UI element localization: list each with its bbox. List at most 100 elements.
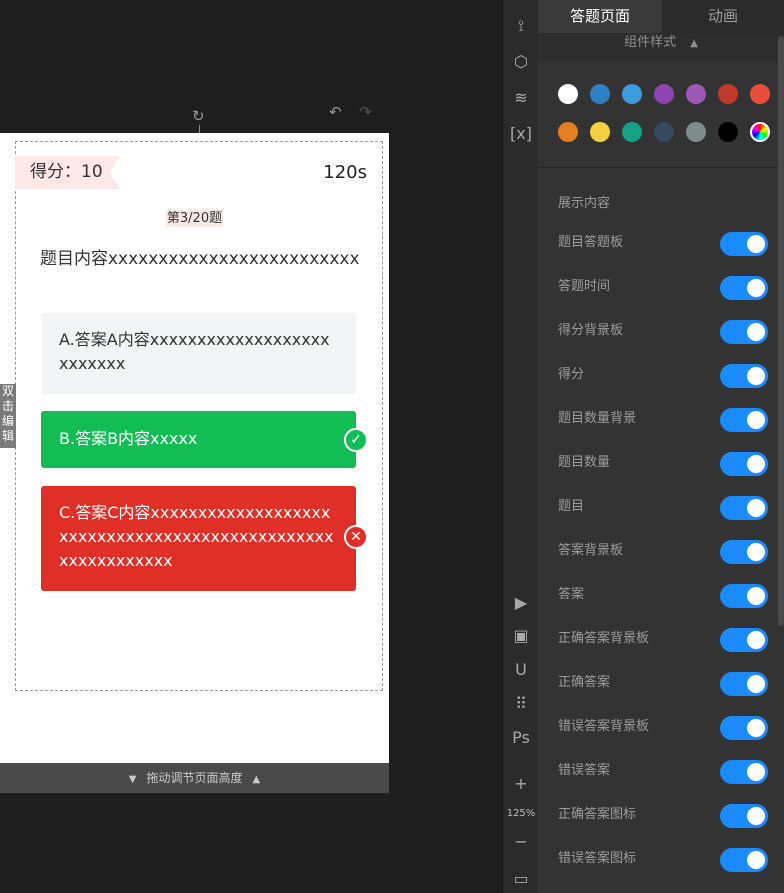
option-b[interactable]: B.答案B内容xxxxx	[41, 411, 356, 468]
grid-icon[interactable]: ⠿	[503, 694, 539, 713]
toggle-knob	[747, 367, 765, 385]
zoom-out-icon[interactable]: −	[503, 832, 539, 851]
tab-animation[interactable]: 动画	[662, 0, 784, 33]
toggle-switch[interactable]	[720, 232, 768, 256]
toggle-knob	[747, 411, 765, 429]
toggle-switch[interactable]	[720, 452, 768, 476]
toggle-switch[interactable]	[720, 320, 768, 344]
score-label: 得分：10	[15, 156, 120, 189]
resize-hint: 拖动调节页面高度	[146, 771, 243, 785]
toggle-switch[interactable]	[720, 628, 768, 652]
play-icon[interactable]: ▶	[503, 593, 539, 612]
caret-up-icon: ▲	[252, 774, 261, 785]
canvas-toolbar: ↻ ↶ ↷	[0, 100, 389, 135]
resize-handle[interactable]: ▼ 拖动调节页面高度 ▲	[0, 763, 389, 793]
color-swatch[interactable]	[686, 122, 706, 142]
zoom-in-icon[interactable]: +	[503, 774, 539, 793]
editor-root: ↻ ↶ ↷ 得分：10 120s 第3/20题 题目内容xxxxxxxxxxxx…	[0, 0, 784, 893]
color-swatch[interactable]	[590, 122, 610, 142]
shapes-icon[interactable]: ⟟	[503, 16, 539, 36]
close-icon: ✕	[344, 525, 368, 549]
toggle-label: 题目	[558, 499, 585, 514]
frame-icon[interactable]: ▣	[503, 626, 539, 645]
toggle-label: 得分背景板	[558, 323, 624, 338]
redo-icon[interactable]: ↷	[359, 105, 372, 120]
custom-color-picker-icon[interactable]	[750, 122, 770, 142]
toggle-switch[interactable]	[720, 804, 768, 828]
toggle-knob	[747, 631, 765, 649]
caret-down-icon: ▼	[128, 774, 137, 785]
toggle-switch[interactable]	[720, 848, 768, 872]
toggle-label: 答案背景板	[558, 543, 624, 558]
toggle-switch[interactable]	[720, 584, 768, 608]
toggle-knob	[747, 851, 765, 869]
color-swatch[interactable]	[622, 122, 642, 142]
color-swatch[interactable]	[686, 84, 706, 104]
toggle-switch[interactable]	[720, 716, 768, 740]
refresh-icon[interactable]: ↻	[192, 109, 205, 124]
color-swatch[interactable]	[590, 84, 610, 104]
toggle-knob	[747, 279, 765, 297]
toggle-row: 题目答题板	[538, 232, 778, 276]
toggle-row: 得分背景板	[538, 320, 778, 364]
color-swatch[interactable]	[654, 84, 674, 104]
double-click-edit-tag[interactable]: 双击编辑	[0, 384, 16, 448]
toggle-knob	[747, 807, 765, 825]
toggle-switch[interactable]	[720, 540, 768, 564]
color-swatch[interactable]	[622, 84, 642, 104]
toggle-label: 正确答案	[558, 675, 611, 690]
toggle-row: 答案	[538, 584, 778, 628]
toggle-switch[interactable]	[720, 408, 768, 432]
toggle-switch[interactable]	[720, 672, 768, 696]
toggle-label: 错误答案图标	[558, 851, 637, 866]
toggle-label: 答案	[558, 587, 585, 602]
comment-icon[interactable]: ▭	[503, 869, 539, 888]
option-a[interactable]: A.答案A内容xxxxxxxxxxxxxxxxxxxxxxxxxx	[41, 313, 356, 394]
toggle-switch[interactable]	[720, 496, 768, 520]
color-swatch[interactable]	[558, 84, 578, 104]
toggle-label: 题目数量背景	[558, 411, 637, 426]
panel-scrollbar[interactable]	[778, 36, 784, 626]
toggle-row: 正确答案	[538, 672, 778, 716]
toggle-switch[interactable]	[720, 760, 768, 784]
check-icon: ✓	[344, 428, 368, 452]
phone-preview[interactable]: 得分：10 120s 第3/20题 题目内容xxxxxxxxxxxxxxxxxx…	[0, 133, 389, 763]
toggle-switch[interactable]	[720, 364, 768, 388]
question-text: 题目内容xxxxxxxxxxxxxxxxxxxxxxxxx	[40, 249, 360, 269]
toggle-switch[interactable]	[720, 276, 768, 300]
toggle-label: 错误答案	[558, 763, 611, 778]
color-swatch[interactable]	[558, 122, 578, 142]
magnet-icon[interactable]: U	[503, 660, 539, 679]
toggle-label: 得分	[558, 367, 585, 382]
zoom-level: 125%	[506, 808, 536, 819]
color-swatch[interactable]	[718, 122, 738, 142]
layers-icon[interactable]: ≋	[503, 88, 539, 107]
toggle-label: 错误答案背景板	[558, 719, 650, 734]
toggle-row: 正确答案背景板	[538, 628, 778, 672]
cube-icon[interactable]: ⬡	[503, 52, 539, 71]
color-swatch[interactable]	[750, 84, 770, 104]
caret-up-icon: ▲	[690, 38, 698, 49]
color-swatch[interactable]	[654, 122, 674, 142]
toggle-knob	[747, 235, 765, 253]
component-style-header[interactable]: 组件样式 ▲	[538, 33, 784, 61]
toggle-knob	[747, 763, 765, 781]
ps-icon[interactable]: Ps	[503, 728, 539, 747]
toggle-label: 答题时间	[558, 279, 611, 294]
toggle-row: 错误答案	[538, 760, 778, 804]
display-content-title: 展示内容	[558, 196, 611, 211]
question-count-text: 第3/20题	[165, 210, 224, 227]
toggle-row: 错误答案图标	[538, 848, 778, 892]
tab-answer-page[interactable]: 答题页面	[538, 0, 662, 33]
timer: 120s	[323, 162, 367, 183]
toggle-row: 题目数量背景	[538, 408, 778, 452]
variable-icon[interactable]: [x]	[503, 124, 539, 143]
toggle-knob	[747, 323, 765, 341]
undo-icon[interactable]: ↶	[329, 105, 342, 120]
toggle-knob	[747, 499, 765, 517]
toggle-row: 正确答案图标	[538, 804, 778, 848]
option-c[interactable]: C.答案C内容xxxxxxxxxxxxxxxxxxxxxxxxxxxxxxxxx…	[41, 486, 356, 591]
vertical-toolbar: ⟟ ⬡ ≋ [x] ▶ ▣ U ⠿ Ps + 125% − ▭	[502, 0, 538, 893]
color-swatch[interactable]	[718, 84, 738, 104]
toggle-label: 正确答案背景板	[558, 631, 650, 646]
